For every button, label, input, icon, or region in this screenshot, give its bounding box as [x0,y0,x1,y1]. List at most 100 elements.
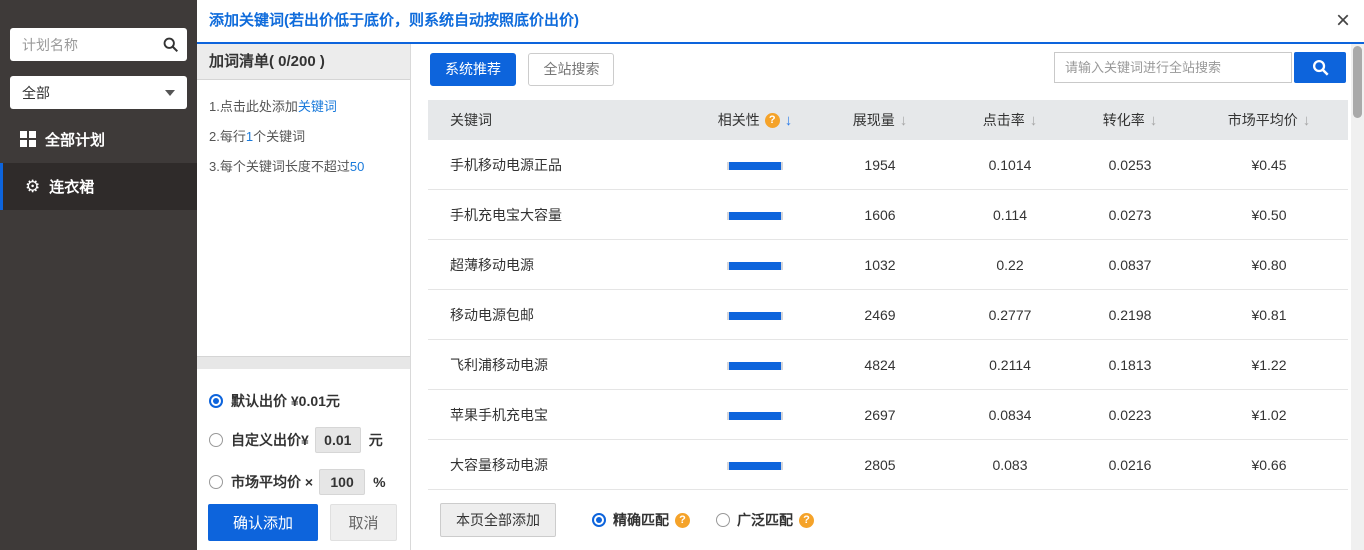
header-cvr[interactable]: 转化率 ↓ [1070,110,1190,130]
header-relevance[interactable]: 相关性 ? ↓ [700,110,810,130]
header-ctr[interactable]: 点击率 ↓ [950,110,1070,130]
sort-icon[interactable]: ↓ [1303,113,1311,128]
plan-search-input[interactable] [22,37,162,53]
relevance-bar [700,357,810,373]
match-option-broad[interactable]: 广泛匹配 ? [716,510,814,530]
relevance-bar-fill [729,262,781,270]
cvr-cell: 0.0837 [1070,257,1190,273]
keyword-cell: 大容量移动电源 [428,455,700,475]
radio-default-bid[interactable] [209,394,223,408]
confirm-add-button[interactable]: 确认添加 [208,504,318,541]
table-row[interactable]: 大容量移动电源 28050.0830.0216¥0.66 [428,440,1348,490]
relevance-bar-fill [729,362,781,370]
help-icon[interactable]: ? [799,513,814,528]
keyword-table-body: 手机移动电源正品19540.10140.0253¥0.45手机充电宝大容量160… [428,140,1348,490]
ctr-cell: 0.083 [950,457,1070,473]
cvr-cell: 0.2198 [1070,307,1190,323]
instruction-line: 1.点击此处添加关键词 [209,92,400,122]
table-row[interactable]: 苹果手机充电宝26970.08340.0223¥1.02 [428,390,1348,440]
vertical-scrollbar[interactable] [1351,44,1364,550]
screen: 全部 全部计划 ⚙ 连衣裙 添加关键词(若出价低于底价，则系统自动按照底价出价)… [0,0,1364,550]
sidebar-item-active-plan[interactable]: ⚙ 连衣裙 [0,163,197,210]
radio-custom-bid[interactable] [209,433,223,447]
relevance-bar [700,307,810,323]
header-keyword[interactable]: 关键词 [428,110,700,130]
radio-market-bid[interactable] [209,475,223,489]
header-market-price[interactable]: 市场平均价 ↓ [1190,110,1348,130]
relevance-bar-track [727,412,783,420]
price-cell: ¥0.66 [1190,457,1348,473]
tab-system-recommend[interactable]: 系统推荐 [430,53,516,86]
keyword-search-group [1054,52,1346,83]
exact-match-label: 精确匹配 [613,510,669,530]
keyword-cell: 移动电源包邮 [428,305,700,325]
sort-icon[interactable]: ↓ [900,113,908,128]
gear-icon: ⚙ [25,178,40,195]
radio-broad-match[interactable] [716,513,730,527]
match-option-exact[interactable]: 精确匹配 ? [592,510,690,530]
table-row[interactable]: 超薄移动电源10320.220.0837¥0.80 [428,240,1348,290]
custom-bid-input[interactable] [315,427,361,453]
ctr-cell: 0.2114 [950,357,1070,373]
price-cell: ¥0.81 [1190,307,1348,323]
relevance-bar [700,407,810,423]
grid-icon [20,131,36,147]
search-icon[interactable] [162,36,179,53]
custom-bid-suffix: 元 [369,430,383,450]
cvr-cell: 0.0216 [1070,457,1190,473]
bid-option-default[interactable]: 默认出价 ¥0.01元 [197,391,410,411]
relevance-bar-fill [729,212,781,220]
bid-option-custom[interactable]: 自定义出价¥ 元 [197,427,410,453]
cvr-cell: 0.0253 [1070,157,1190,173]
keyword-search-button[interactable] [1294,52,1346,83]
price-cell: ¥1.22 [1190,357,1348,373]
price-cell: ¥0.50 [1190,207,1348,223]
table-row[interactable]: 手机充电宝大容量16060.1140.0273¥0.50 [428,190,1348,240]
instruction-line: 2.每行1个关键词 [209,122,400,152]
plan-filter-dropdown[interactable]: 全部 [10,76,187,109]
word-list-input-area[interactable]: 1.点击此处添加关键词 2.每行1个关键词 3.每个关键词长度不超过50 [197,80,410,182]
table-row[interactable]: 移动电源包邮24690.27770.2198¥0.81 [428,290,1348,340]
keyword-search-input[interactable] [1054,52,1292,83]
add-all-button[interactable]: 本页全部添加 [440,503,556,537]
plan-search-box [10,28,187,61]
price-cell: ¥1.02 [1190,407,1348,423]
tab-site-search[interactable]: 全站搜索 [528,53,614,86]
table-row[interactable]: 飞利浦移动电源48240.21140.1813¥1.22 [428,340,1348,390]
help-icon[interactable]: ? [675,513,690,528]
bid-options-card: 默认出价 ¥0.01元 自定义出价¥ 元 市场平均价 × % 确认添加 取消 [197,369,410,550]
radio-exact-match[interactable] [592,513,606,527]
sort-icon[interactable]: ↓ [1030,113,1038,128]
close-icon[interactable]: × [1336,2,1350,40]
impressions-cell: 2697 [810,407,950,423]
relevance-bar-fill [729,412,781,420]
scrollbar-thumb[interactable] [1353,46,1362,118]
bid-option-market[interactable]: 市场平均价 × % [197,469,410,495]
relevance-bar-track [727,362,783,370]
table-footer: 本页全部添加 精确匹配 ? 广泛匹配 ? [428,490,1348,550]
dialog-title: 添加关键词(若出价低于底价，则系统自动按照底价出价) [209,0,579,42]
help-icon[interactable]: ? [765,113,780,128]
relevance-bar [700,157,810,173]
sidebar-item-all-plans[interactable]: 全部计划 [0,124,197,154]
plan-filter-value: 全部 [22,83,50,103]
price-cell: ¥0.45 [1190,157,1348,173]
relevance-bar-track [727,212,783,220]
keyword-cell: 苹果手机充电宝 [428,405,700,425]
default-bid-label: 默认出价 ¥0.01元 [231,391,340,411]
impressions-cell: 2805 [810,457,950,473]
relevance-bar-fill [729,462,781,470]
relevance-bar-track [727,262,783,270]
instruction-line: 3.每个关键词长度不超过50 [209,152,400,182]
relevance-bar [700,457,810,473]
cancel-button[interactable]: 取消 [330,504,397,541]
sort-icon[interactable]: ↓ [1150,113,1158,128]
market-bid-input[interactable] [319,469,365,495]
cvr-cell: 0.0223 [1070,407,1190,423]
all-plans-label: 全部计划 [45,129,105,150]
header-impressions[interactable]: 展现量 ↓ [810,110,950,130]
plans-sidebar: 全部 全部计划 ⚙ 连衣裙 [0,0,197,550]
table-row[interactable]: 手机移动电源正品19540.10140.0253¥0.45 [428,140,1348,190]
impressions-cell: 2469 [810,307,950,323]
sort-desc-icon[interactable]: ↓ [785,113,793,128]
